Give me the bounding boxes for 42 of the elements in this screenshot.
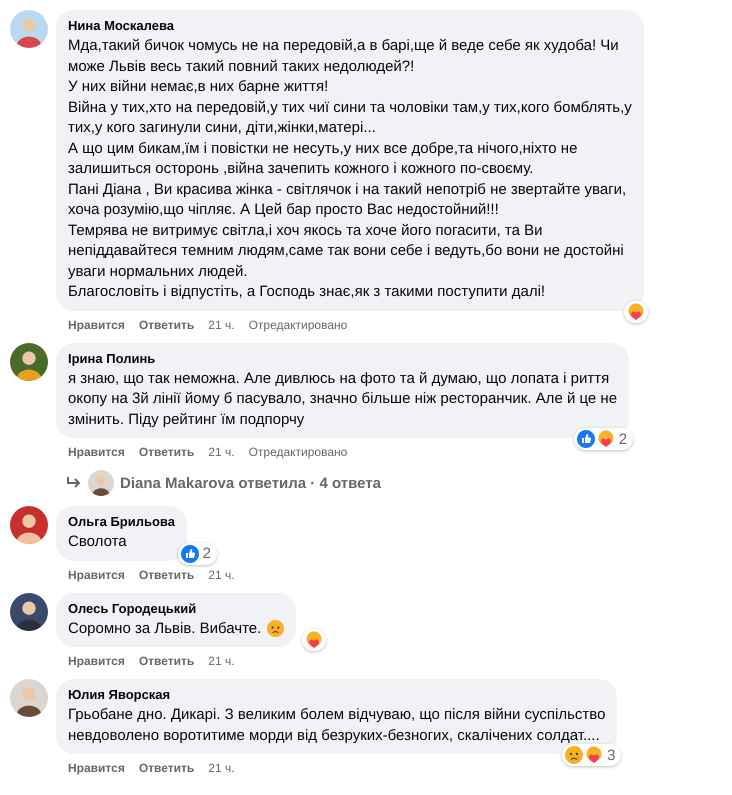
thumbs-up-icon [576, 430, 595, 448]
comment-text: Соромно за Львів. Вибачте. [68, 618, 262, 638]
replies-summary[interactable]: Diana Makarova ответила · 4 ответа [120, 474, 381, 492]
comment-author[interactable]: Ольга Брильова [68, 514, 175, 529]
comment-author[interactable]: Ірина Полинь [68, 350, 618, 366]
like-link[interactable]: Нравится [68, 318, 125, 332]
comment-author[interactable]: Юлия Яворская [68, 687, 606, 702]
reply-arrow-icon [66, 476, 82, 490]
reaction-count: 3 [606, 746, 616, 764]
comment-text: Мда,такий бичок чомусь не на передовій,а в барі,ще й веде себе як худоба! Чи може Львів весь такий повний таких недолюдей?! У них війни немає,в них барне життя! Війна у тих,хто на передовій,у тих чиї сини та чоловіки там,у тих,кого бомблять,у тих,у кого загинули сини, діти,жінки,матері... А що цим бикам,їм і повістки не несуть,у них все добре,та нічого,ніхто не залишиться осторонь ,війна зачепить кожного і кожного по-своєму. Пані Діана , Ви красива жінка - світлячок і на такий непотріб не звертайте уваги, хоча розумію,що чіпляє. А Цей бар просто Вас недостойний!!! Темрява не витримує світла,і хоч якось та хоче його погасити, та Ви непіддавайтеся темним людям,саме так вони себе і ведуть,бо вони не достойні уваги нормальних людей. Благословіть і відпустіть, а Господь знає,як з такими поступити далі! [68, 36, 632, 302]
reaction-badge[interactable] [302, 629, 326, 651]
reaction-badge[interactable]: 2 [574, 428, 634, 450]
comment-time[interactable]: 21 ч. [208, 761, 235, 775]
comment-author[interactable]: Олесь Городецький [68, 600, 284, 616]
frown-face-icon [267, 620, 284, 637]
reaction-badge[interactable]: 2 [178, 542, 217, 564]
comment-text: Сволота [68, 532, 127, 552]
reply-link[interactable]: Ответить [138, 568, 194, 582]
reply-link[interactable]: Ответить [138, 761, 194, 775]
comment-time[interactable]: 21 ч. [208, 568, 235, 582]
reaction-count: 2 [618, 430, 628, 448]
reply-link[interactable]: Ответить [138, 318, 194, 332]
reaction-badge[interactable] [624, 300, 648, 322]
comment-time[interactable]: 21 ч. [208, 318, 235, 332]
comment-time[interactable]: 21 ч. [208, 445, 235, 459]
comment-text: я знаю, що так неможна. Але дивлюсь на фото та й думаю, що лопата і риття окопу на 3й лінії йому б пасувало, значно більше ніж ресторанчик. Але й це не змінить. Піду рейтинг їм подпорчу [68, 368, 618, 430]
like-link[interactable]: Нравится [68, 568, 125, 582]
like-link[interactable]: Нравится [68, 445, 125, 459]
like-link[interactable]: Нравится [68, 761, 125, 775]
comment-time[interactable]: 21 ч. [208, 654, 235, 668]
thumbs-up-icon [180, 544, 199, 562]
edited-label: Отредактировано [248, 318, 348, 332]
reaction-count: 2 [202, 545, 212, 562]
replies-link[interactable]: Diana Makarova ответила · 4 ответа [66, 470, 381, 496]
like-link[interactable]: Нравится [68, 654, 125, 668]
sad-face-icon [565, 746, 584, 764]
reply-link[interactable]: Ответить [138, 654, 194, 668]
comment-text: Грьобане дно. Дикарі. З великим болем відчуваю, що після війни суспільство невдоволено воротитиме морди від безруких-безногих, скалічених солдат.... [68, 705, 606, 746]
edited-label: Отредактировано [248, 445, 348, 459]
comment-author[interactable]: Нина Москалева [68, 18, 632, 33]
reply-link[interactable]: Ответить [138, 445, 194, 459]
reaction-badge[interactable]: 3 [562, 744, 622, 766]
